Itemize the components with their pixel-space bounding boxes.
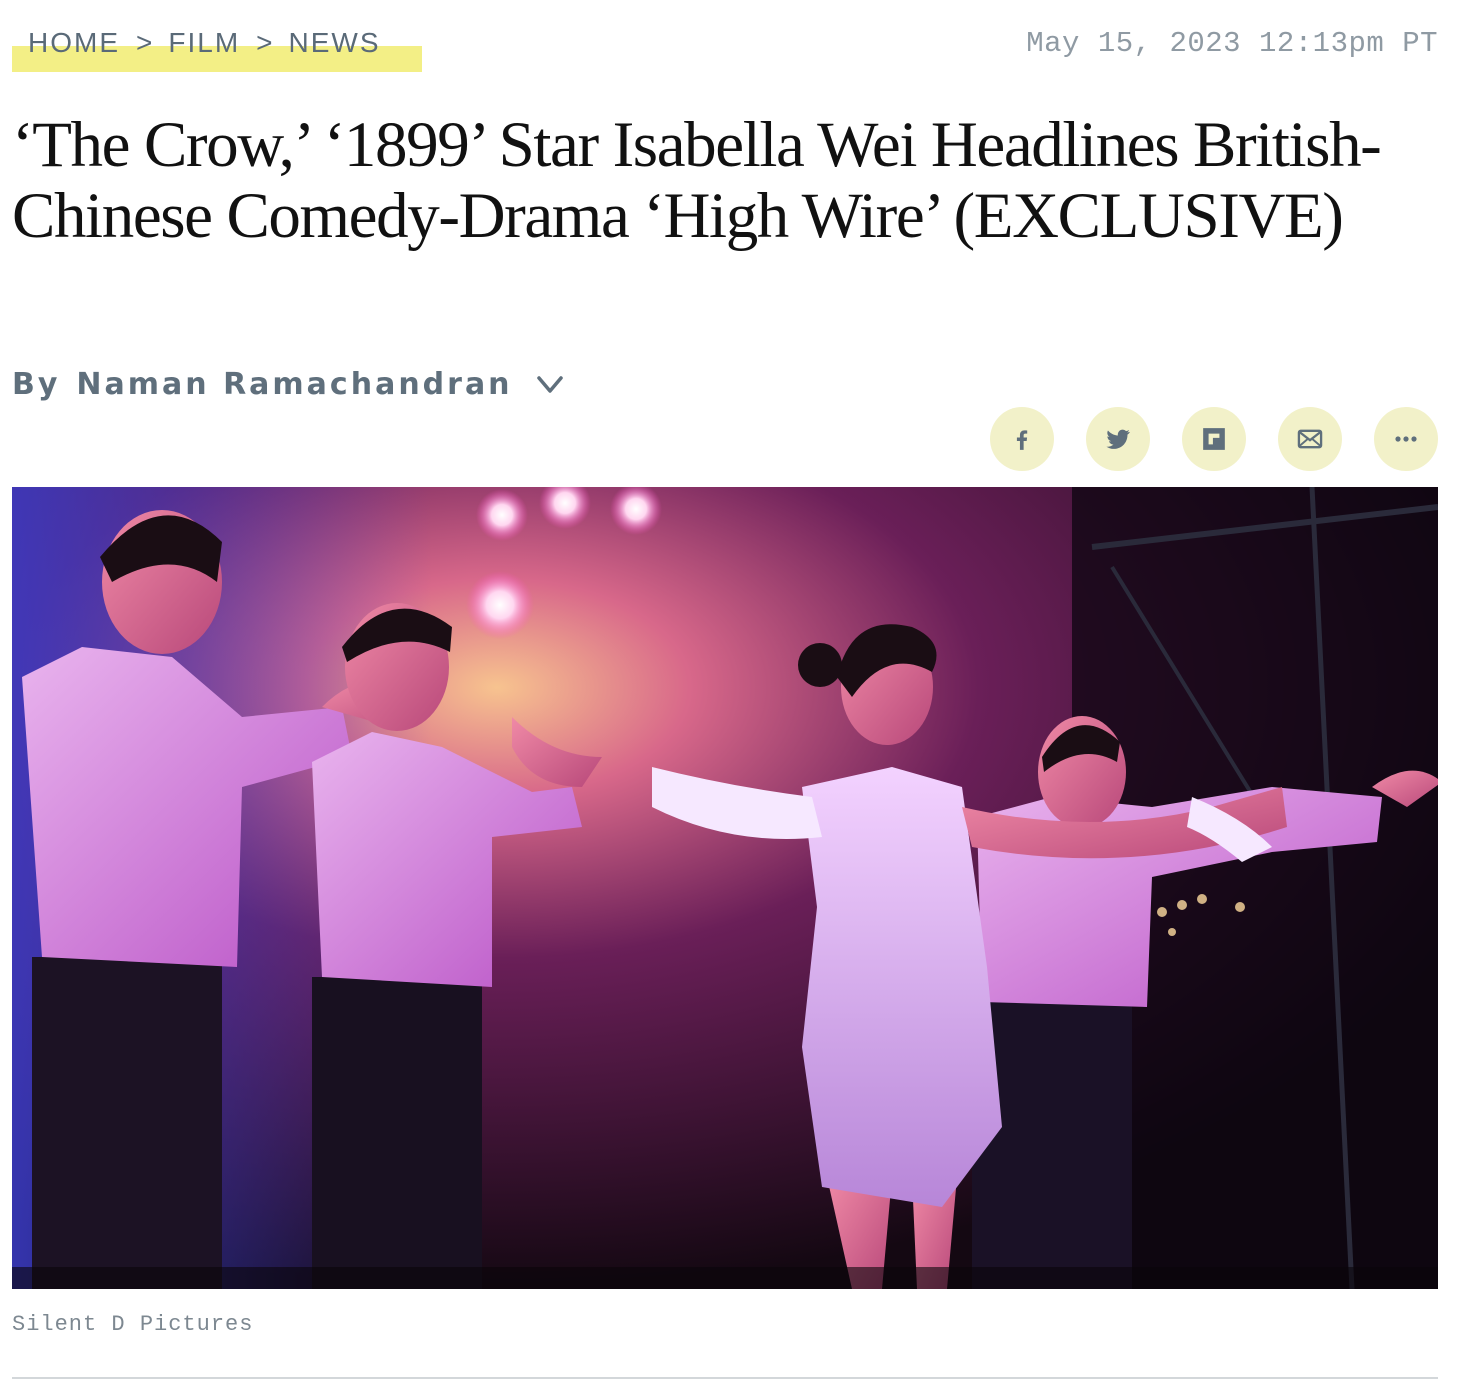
share-twitter-button[interactable] xyxy=(1086,407,1150,471)
share-more-button[interactable] xyxy=(1374,407,1438,471)
share-flipboard-button[interactable] xyxy=(1182,407,1246,471)
author-name-link[interactable]: Naman Ramachandran xyxy=(76,367,512,402)
image-credit: Silent D Pictures xyxy=(12,1312,254,1337)
breadcrumb-separator: > xyxy=(256,27,273,58)
byline-prefix: By xyxy=(12,366,61,402)
share-facebook-button[interactable] xyxy=(990,407,1054,471)
article-headline: ‘The Crow,’ ‘1899’ Star Isabella Wei Hea… xyxy=(12,109,1382,252)
breadcrumb-news-link[interactable]: NEWS xyxy=(289,26,381,60)
share-email-button[interactable] xyxy=(1278,407,1342,471)
facebook-icon xyxy=(1009,426,1035,452)
email-icon xyxy=(1296,425,1324,453)
byline: By Naman Ramachandran xyxy=(12,364,565,404)
publish-date: May 15, 2023 12:13pm PT xyxy=(1026,27,1438,60)
stage-performers-photo xyxy=(12,487,1438,1289)
chevron-down-icon[interactable] xyxy=(535,369,565,399)
breadcrumb-separator: > xyxy=(136,27,153,58)
breadcrumb-home-link[interactable]: HOME xyxy=(28,26,120,60)
more-icon xyxy=(1392,434,1420,444)
divider xyxy=(12,1377,1438,1379)
hero-image xyxy=(12,487,1438,1289)
flipboard-icon xyxy=(1201,426,1227,452)
breadcrumb: HOME > FILM > NEWS xyxy=(12,26,422,72)
article-header-bar: HOME > FILM > NEWS May 15, 2023 12:13pm … xyxy=(12,26,1438,72)
twitter-icon xyxy=(1104,425,1132,453)
share-bar xyxy=(990,407,1438,471)
breadcrumb-film-link[interactable]: FILM xyxy=(168,26,240,60)
